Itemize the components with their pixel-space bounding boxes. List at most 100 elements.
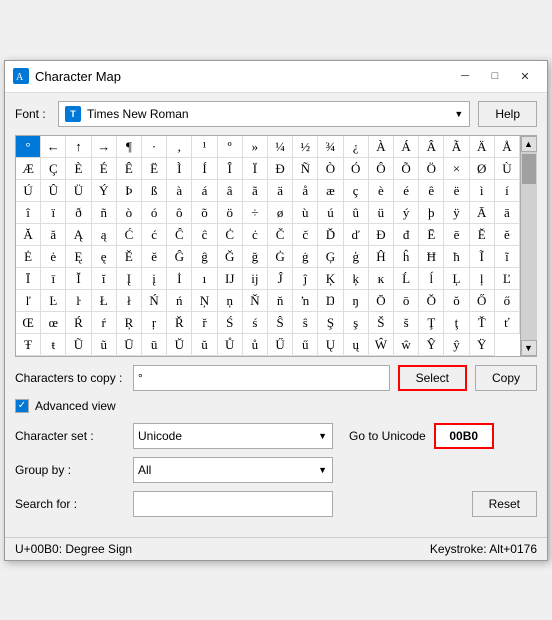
char-cell[interactable]: Õ [394,158,419,180]
char-cell[interactable]: æ [318,180,343,202]
char-cell[interactable]: Đ [369,224,394,246]
char-cell[interactable]: ć [142,224,167,246]
char-cell[interactable]: İ [167,268,192,290]
char-cell[interactable]: Ä [470,136,495,158]
char-cell[interactable]: â [218,180,243,202]
char-cell[interactable]: ă [41,224,66,246]
char-cell[interactable]: Ă [16,224,41,246]
char-cell[interactable]: ç [344,180,369,202]
char-cell[interactable]: Ť [470,312,495,334]
charset-select[interactable]: Unicode [133,423,333,449]
char-cell[interactable]: Ľ [495,268,520,290]
char-cell[interactable]: Ę [66,246,91,268]
char-cell[interactable]: ů [243,334,268,356]
char-cell[interactable]: õ [192,202,217,224]
char-cell[interactable]: Ū [117,334,142,356]
char-cell[interactable]: Á [394,136,419,158]
char-cell[interactable]: ő [495,290,520,312]
scroll-up-button[interactable]: ▲ [521,136,537,152]
font-select-wrapper[interactable]: T Times New Roman ▼ [58,101,470,127]
char-cell[interactable]: ţ [444,312,469,334]
char-cell[interactable]: ó [142,202,167,224]
char-cell[interactable]: Ĥ [369,246,394,268]
char-cell[interactable]: · [142,136,167,158]
char-cell[interactable]: Ů [218,334,243,356]
char-cell[interactable]: ĝ [192,246,217,268]
char-cell[interactable]: į [142,268,167,290]
char-cell[interactable]: Ċ [218,224,243,246]
char-cell[interactable]: ï [41,202,66,224]
char-cell[interactable]: Ē [419,224,444,246]
char-cell[interactable]: Ũ [66,334,91,356]
char-cell[interactable]: Ý [92,180,117,202]
char-cell[interactable]: ŭ [192,334,217,356]
char-cell[interactable]: ū [142,334,167,356]
char-cell[interactable]: IJ [218,268,243,290]
char-cell[interactable]: Ć [117,224,142,246]
char-cell[interactable]: Ŧ [16,334,41,356]
help-button[interactable]: Help [478,101,537,127]
char-cell[interactable]: ā [495,202,520,224]
char-cell[interactable]: ġ [293,246,318,268]
char-cell[interactable]: ł [117,290,142,312]
char-cell[interactable]: ì [470,180,495,202]
char-cell[interactable]: ĸ [369,268,394,290]
char-cell[interactable]: ŵ [394,334,419,356]
char-cell[interactable]: ĩ [495,246,520,268]
char-cell[interactable]: Œ [16,312,41,334]
char-cell[interactable]: ű [293,334,318,356]
char-cell[interactable]: Ĺ [394,268,419,290]
char-cell[interactable]: ņ [218,290,243,312]
char-cell[interactable]: ĵ [293,268,318,290]
char-cell[interactable]: Ì [167,158,192,180]
char-cell[interactable]: é [394,180,419,202]
char-cell[interactable]: ŗ [142,312,167,334]
char-cell[interactable]: ľ [16,290,41,312]
char-cell[interactable]: Ĉ [167,224,192,246]
char-cell[interactable]: Í [192,158,217,180]
char-cell[interactable]: ų [344,334,369,356]
char-cell[interactable]: ī [41,268,66,290]
char-cell[interactable]: ĭ [92,268,117,290]
char-cell[interactable]: á [192,180,217,202]
char-cell[interactable]: Ą [66,224,91,246]
char-cell[interactable]: Ā [470,202,495,224]
char-cell[interactable]: Ģ [318,246,343,268]
char-cell[interactable]: ¹ [192,136,217,158]
char-cell[interactable]: Ñ [293,158,318,180]
char-cell[interactable]: ũ [92,334,117,356]
char-cell[interactable]: š [394,312,419,334]
charset-select-wrapper[interactable]: Unicode ▼ [133,423,333,449]
char-cell[interactable]: Ň [243,290,268,312]
groupby-select-wrapper[interactable]: All ▼ [133,457,333,483]
char-cell[interactable]: ŏ [444,290,469,312]
char-cell[interactable]: Ł [92,290,117,312]
char-cell[interactable]: Ŕ [66,312,91,334]
reset-button[interactable]: Reset [472,491,537,517]
char-cell[interactable]: ķ [344,268,369,290]
char-cell[interactable]: è [369,180,394,202]
char-cell[interactable]: ö [218,202,243,224]
char-cell[interactable]: û [344,202,369,224]
char-cell[interactable]: í [495,180,520,202]
char-cell[interactable]: × [444,158,469,180]
char-cell[interactable]: Û [41,180,66,202]
select-button[interactable]: Select [398,365,467,391]
char-cell[interactable]: Ġ [268,246,293,268]
char-cell[interactable]: Č [268,224,293,246]
char-cell[interactable]: č [293,224,318,246]
char-cell[interactable]: ś [243,312,268,334]
copy-input[interactable] [133,365,390,391]
char-cell[interactable]: ĉ [192,224,217,246]
char-cell[interactable]: Å [495,136,520,158]
char-cell[interactable]: Ĭ [66,268,91,290]
char-cell[interactable]: ň [268,290,293,312]
char-cell[interactable]: Î [218,158,243,180]
char-cell[interactable]: ij [243,268,268,290]
char-cell[interactable]: Ê [117,158,142,180]
char-cell[interactable]: Æ [16,158,41,180]
char-cell[interactable]: ĺ [419,268,444,290]
char-cell[interactable]: ŷ [444,334,469,356]
char-cell[interactable]: Ď [318,224,343,246]
unicode-input[interactable] [434,423,494,449]
